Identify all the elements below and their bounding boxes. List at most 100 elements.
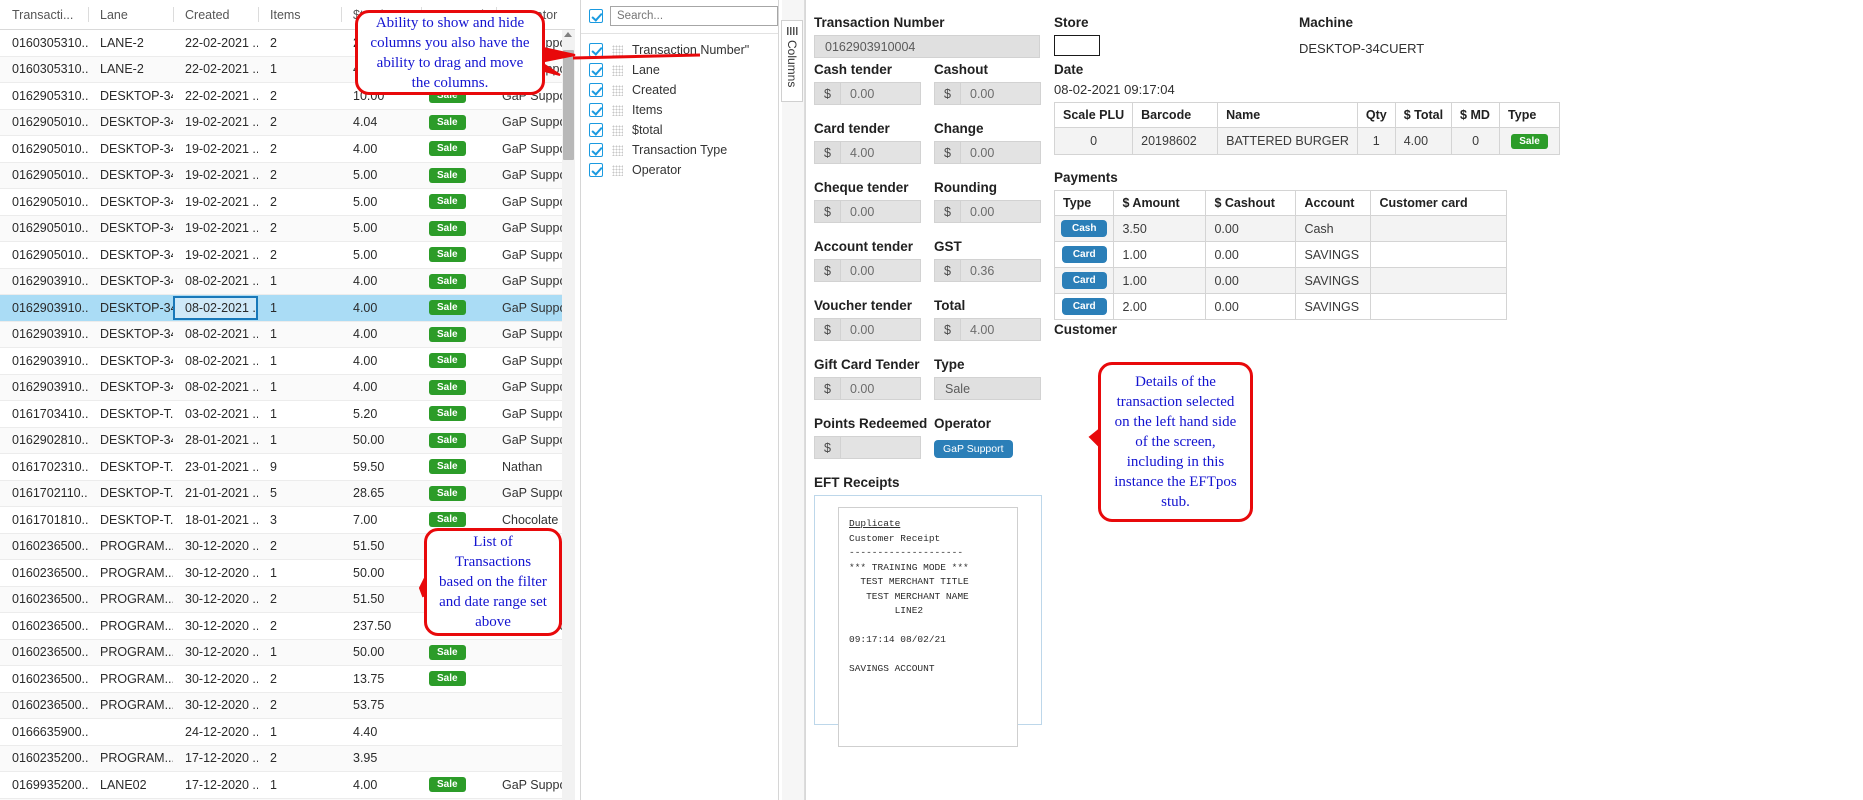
cell-lane[interactable]: PROGRAM... [88,666,173,692]
cell-transaction-number[interactable]: 0169935200... [0,772,88,798]
column-toggle-item[interactable]: Operator [581,160,778,180]
cell-created[interactable]: 19-02-2021 ... [173,136,258,162]
cell-items[interactable]: 2 [258,30,341,56]
cell-total[interactable]: 59.50 [341,454,421,480]
cell-transaction-type[interactable]: Sale [421,454,496,480]
cell-lane[interactable]: LANE02 [88,772,173,798]
table-row[interactable]: 0160236500... PROGRAM... 30-12-2020 ... 2 53… [0,692,575,719]
cell-items[interactable]: 5 [258,481,341,507]
cell-items[interactable]: 2 [258,163,341,189]
cell-created[interactable]: 08-02-2021 ... [173,348,258,374]
cell-lane[interactable]: DESKTOP-34... [88,269,173,295]
cell-items[interactable]: 1 [258,57,341,83]
cell-total[interactable]: 3.95 [341,746,421,772]
cell-total[interactable]: 4.00 [341,322,421,348]
table-row[interactable]: 0162905010...DESKTOP-34...19-02-2021 ...… [0,215,575,242]
cell-transaction-number[interactable]: 0162903910... [0,348,88,374]
cell-total[interactable]: 50.00 [341,428,421,454]
column-visibility-checkbox[interactable] [589,143,603,157]
tender-field-input[interactable]: $0.00 [934,200,1041,223]
cell-lane[interactable]: PROGRAM... [88,560,173,586]
cell-transaction-number[interactable]: 0161702310... [0,454,88,480]
tender-field-input[interactable]: $0.00 [814,200,921,223]
cell-transaction-type[interactable] [421,693,496,719]
tender-field-input[interactable]: $0.00 [814,259,921,282]
cell-total[interactable]: 5.00 [341,163,421,189]
table-row[interactable]: 0162903910...DESKTOP-34...08-02-2021 ...… [0,321,575,348]
cell-lane[interactable]: DESKTOP-34... [88,242,173,268]
cell-lane[interactable]: PROGRAM... [88,746,173,772]
cell-transaction-number[interactable]: 0162903910... [0,295,88,321]
cell-transaction-number[interactable]: 0160236500... [0,560,88,586]
cell-created[interactable]: 30-12-2020 ... [173,640,258,666]
table-row[interactable]: 0162903910...DESKTOP-34...08-02-2021 ...… [0,295,575,322]
columns-vertical-tab[interactable]: Columns [781,20,803,102]
cell-created[interactable]: 17-12-2020 ... [173,746,258,772]
cell-lane[interactable]: PROGRAM... [88,587,173,613]
cell-items[interactable]: 2 [258,587,341,613]
table-row[interactable]: 0161702310... DESKTOP-T... 23-01-2021 ... 9… [0,454,575,481]
cell-total[interactable]: 4.00 [341,772,421,798]
cell-created[interactable]: 30-12-2020 ... [173,693,258,719]
cell-total[interactable]: 28.65 [341,481,421,507]
cell-items[interactable]: 1 [258,719,341,745]
column-toggle-item[interactable]: Created [581,80,778,100]
tender-field-input[interactable]: $4.00 [814,141,921,164]
cell-created[interactable]: 19-02-2021 ... [173,189,258,215]
cell-transaction-number[interactable]: 0162905010... [0,110,88,136]
cell-lane[interactable]: DESKTOP-34... [88,163,173,189]
drag-handle-icon[interactable] [612,64,623,76]
cell-created[interactable]: 08-02-2021 ... [173,295,258,320]
cell-items[interactable]: 1 [258,772,341,798]
cell-transaction-type[interactable]: Sale [421,216,496,242]
cell-items[interactable]: 1 [258,428,341,454]
table-row[interactable]: 0162905010...DESKTOP-34...19-02-2021 ...… [0,136,575,163]
cell-transaction-number[interactable]: 0160236500... [0,534,88,560]
cell-lane[interactable]: DESKTOP-34... [88,322,173,348]
cell-total[interactable]: 7.00 [341,507,421,533]
column-toggle-item[interactable]: Items [581,100,778,120]
cell-total[interactable]: 53.75 [341,693,421,719]
cell-total[interactable]: 50.00 [341,640,421,666]
cell-created[interactable]: 21-01-2021 ... [173,481,258,507]
cell-items[interactable]: 1 [258,640,341,666]
cell-lane[interactable]: DESKTOP-34... [88,110,173,136]
cell-transaction-number[interactable]: 0161701810... [0,507,88,533]
cell-created[interactable]: 30-12-2020 ... [173,560,258,586]
cell-transaction-number[interactable]: 0161702110... [0,481,88,507]
cell-total[interactable]: 51.50 [341,587,421,613]
cell-total[interactable]: 237.50 [341,613,421,639]
cell-created[interactable]: 28-01-2021 ... [173,428,258,454]
tender-field-input[interactable]: $4.00 [934,318,1041,341]
cell-created[interactable]: 18-01-2021 ... [173,507,258,533]
cell-created[interactable]: 30-12-2020 ... [173,587,258,613]
cell-created[interactable]: 17-12-2020 ... [173,772,258,798]
cell-lane[interactable]: DESKTOP-34... [88,348,173,374]
cell-lane[interactable]: DESKTOP-T... [88,481,173,507]
drag-handle-icon[interactable] [612,124,623,136]
cell-lane[interactable] [88,719,173,745]
column-visibility-checkbox[interactable] [589,83,603,97]
cell-items[interactable]: 1 [258,322,341,348]
cell-transaction-number[interactable]: 0162903910... [0,269,88,295]
column-visibility-checkbox[interactable] [589,123,603,137]
cell-transaction-type[interactable]: Sale [421,772,496,798]
cell-transaction-type[interactable]: Sale [421,401,496,427]
cell-items[interactable]: 9 [258,454,341,480]
cell-total[interactable]: 4.00 [341,136,421,162]
table-row[interactable]: 0169935200... LANE02 17-12-2020 ... 1 4.00 Sa… [0,772,575,799]
grid-body[interactable]: 0160305310...LANE-222-02-2021 ...22.20Sa… [0,30,575,800]
cell-transaction-number[interactable]: 0162905010... [0,242,88,268]
table-row[interactable]: 0161703410... DESKTOP-T... 03-02-2021 ... 1… [0,401,575,428]
grid-column-header[interactable]: Lane [88,0,173,29]
cell-transaction-type[interactable] [421,719,496,745]
cell-total[interactable]: 4.00 [341,295,421,321]
cell-transaction-number[interactable]: 0162905010... [0,189,88,215]
tender-field-input[interactable]: $0.00 [814,82,921,105]
cell-transaction-type[interactable] [421,746,496,772]
cell-items[interactable]: 2 [258,746,341,772]
table-row[interactable]: 0160235200... PROGRAM... 17-12-2020 ... 2 3.… [0,745,575,772]
drag-handle-icon[interactable] [612,164,623,176]
cell-transaction-type[interactable]: Sale [421,269,496,295]
tender-field-input[interactable]: $0.00 [814,377,921,400]
